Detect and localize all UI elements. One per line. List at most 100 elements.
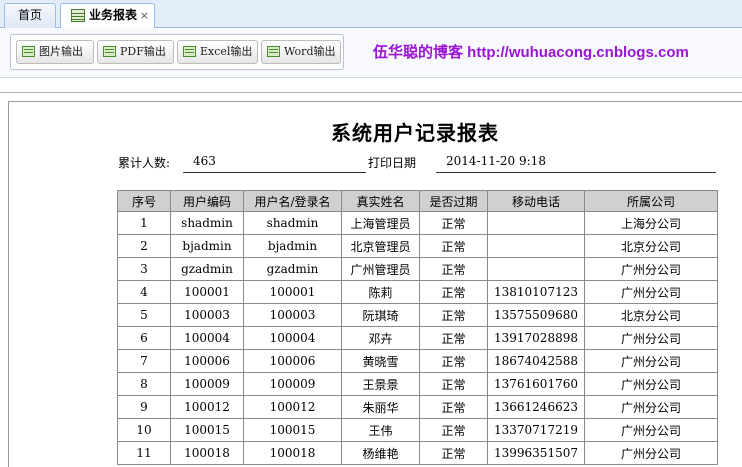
table-cell: 杨维艳	[341, 441, 420, 465]
export-image-button[interactable]: 图片输出	[16, 40, 94, 64]
table-row: 5 100003 100003 阮琪琦 正常 13575509680 北京分公司	[117, 303, 718, 327]
table-cell	[487, 211, 585, 235]
table-cell: bjadmin	[243, 234, 342, 258]
column-header: 真实姓名	[341, 190, 420, 212]
table-cell: 100015	[243, 418, 342, 442]
table-cell: 100001	[243, 280, 342, 304]
table-cell: 上海分公司	[584, 211, 718, 235]
table-cell: 正常	[419, 326, 488, 350]
table-cell: 100009	[170, 372, 244, 396]
report-title: 系统用户记录报表	[331, 121, 499, 145]
table-header-row: 序号 用户编码 用户名/登录名 真实姓名 是否过期 移动电话 所属公司	[117, 190, 718, 212]
export-image-label: 图片输出	[39, 45, 83, 58]
table-cell	[487, 257, 585, 281]
table-cell: 100012	[170, 395, 244, 419]
table-cell: 100018	[170, 441, 244, 465]
tab-business-report-label: 业务报表	[89, 8, 138, 22]
table-cell: 100003	[170, 303, 244, 327]
table-cell: 广州分公司	[584, 372, 718, 396]
table-cell: 邓卉	[341, 326, 420, 350]
export-pdf-button[interactable]: PDF输出	[97, 40, 174, 64]
table-cell: 正常	[419, 441, 488, 465]
table-cell: 广州分公司	[584, 441, 718, 465]
export-pdf-label: PDF输出	[120, 45, 166, 58]
tab-bar: 首页 业务报表 ×	[0, 0, 742, 29]
count-label: 累计人数:	[118, 156, 171, 170]
table-row: 2 bjadmin bjadmin 北京管理员 正常 北京分公司	[117, 234, 718, 258]
toolbar: 图片输出 PDF输出 Excel输出 Word输出 伍华聪的博客 http://…	[0, 28, 742, 78]
table-cell: 正常	[419, 234, 488, 258]
export-word-button[interactable]: Word输出	[261, 40, 341, 64]
table-cell: 广州分公司	[584, 257, 718, 281]
table-cell: 11	[117, 441, 171, 465]
table-cell: 广州管理员	[341, 257, 420, 281]
table-row: 3 gzadmin gzadmin 广州管理员 正常 广州分公司	[117, 257, 718, 281]
table-cell: 100018	[243, 441, 342, 465]
column-header: 序号	[117, 190, 171, 212]
table-cell: 100006	[170, 349, 244, 373]
export-button-group: 图片输出 PDF输出 Excel输出 Word输出	[10, 34, 344, 70]
table-cell: 黄晓雪	[341, 349, 420, 373]
count-underline	[183, 172, 366, 173]
column-header: 移动电话	[487, 190, 585, 212]
tab-home[interactable]: 首页	[4, 3, 56, 28]
tab-business-report[interactable]: 业务报表 ×	[60, 3, 155, 29]
column-header: 是否过期	[419, 190, 488, 212]
print-date-label: 打印日期	[368, 156, 417, 170]
table-cell: 3	[117, 257, 171, 281]
table-cell: 正常	[419, 395, 488, 419]
table-cell: 7	[117, 349, 171, 373]
table-cell: 王景景	[341, 372, 420, 396]
print-date-underline	[436, 172, 716, 173]
tab-home-label: 首页	[17, 8, 42, 22]
column-header: 用户编码	[170, 190, 244, 212]
table-cell: 13661246623	[487, 395, 585, 419]
table-cell: 100004	[170, 326, 244, 350]
table-cell: 正常	[419, 211, 488, 235]
table-cell: 北京管理员	[341, 234, 420, 258]
table-cell: 13996351507	[487, 441, 585, 465]
table-cell: gzadmin	[243, 257, 342, 281]
table-cell: 13917028898	[487, 326, 585, 350]
table-cell: 朱丽华	[341, 395, 420, 419]
table-cell: 正常	[419, 257, 488, 281]
table-cell: 100012	[243, 395, 342, 419]
table-cell: 100015	[170, 418, 244, 442]
column-header: 所属公司	[584, 190, 718, 212]
table-cell: shadmin	[243, 211, 342, 235]
table-row: 4 100001 100001 陈莉 正常 13810107123 广州分公司	[117, 280, 718, 304]
table-cell: 4	[117, 280, 171, 304]
table-row: 8 100009 100009 王景景 正常 13761601760 广州分公司	[117, 372, 718, 396]
table-cell: 100009	[243, 372, 342, 396]
table-cell: 正常	[419, 372, 488, 396]
count-value: 463	[193, 154, 216, 168]
export-word-label: Word输出	[284, 45, 336, 58]
report-table-icon	[71, 9, 85, 22]
table-cell: 北京分公司	[584, 303, 718, 327]
table-cell: 8	[117, 372, 171, 396]
table-cell: 9	[117, 395, 171, 419]
column-header: 用户名/登录名	[243, 190, 342, 212]
export-excel-button[interactable]: Excel输出	[177, 40, 258, 64]
spreadsheet-icon	[267, 46, 280, 57]
table-body: 1 shadmin shadmin 上海管理员 正常 上海分公司 2 bjadmin bjadm…	[117, 211, 718, 465]
table-row: 10 100015 100015 王伟 正常 13370717219 广州分公司	[117, 418, 718, 442]
blog-link-text: 伍华聪的博客 http://wuhuacong.cnblogs.com	[373, 44, 689, 61]
table-cell: 广州分公司	[584, 349, 718, 373]
table-cell: 100001	[170, 280, 244, 304]
table-cell: 18674042588	[487, 349, 585, 373]
table-cell: 广州分公司	[584, 280, 718, 304]
table-cell: shadmin	[170, 211, 244, 235]
table-cell: 陈莉	[341, 280, 420, 304]
table-cell: 2	[117, 234, 171, 258]
close-icon[interactable]: ×	[140, 4, 149, 27]
spreadsheet-icon	[183, 46, 196, 57]
table-cell: 5	[117, 303, 171, 327]
print-date-value: 2014-11-20 9:18	[446, 154, 546, 168]
table-cell: 1	[117, 211, 171, 235]
table-cell: 10	[117, 418, 171, 442]
table-cell: 广州分公司	[584, 326, 718, 350]
table-cell: 广州分公司	[584, 418, 718, 442]
spreadsheet-icon	[22, 46, 35, 57]
table-row: 9 100012 100012 朱丽华 正常 13661246623 广州分公司	[117, 395, 718, 419]
